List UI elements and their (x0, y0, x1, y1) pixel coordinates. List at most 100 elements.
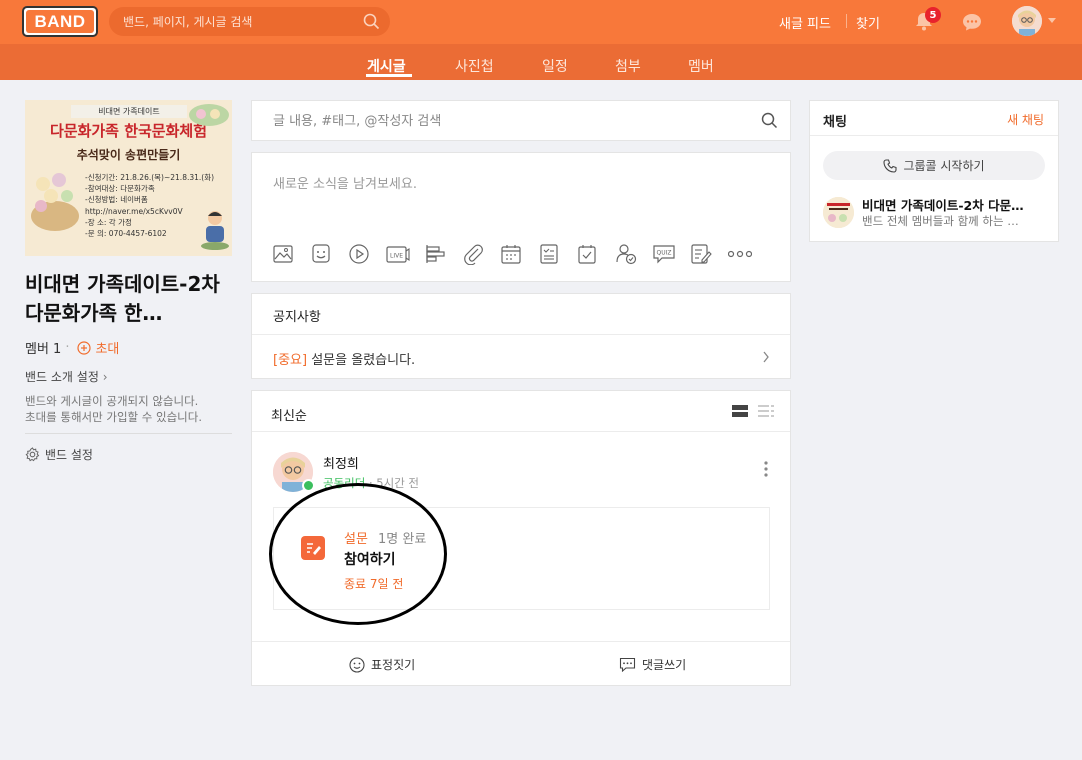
group-call-label: 그룹콜 시작하기 (903, 159, 985, 173)
svg-text:QUIZ: QUIZ (657, 250, 672, 257)
member-info: 멤버 1 · 초대 (25, 338, 119, 357)
survey-deadline: 종료 7일 전 (344, 577, 404, 591)
band-logo[interactable]: BAND (22, 6, 98, 37)
invite-button[interactable]: 초대 (77, 338, 119, 357)
survey-icon (301, 536, 325, 560)
chevron-down-icon[interactable] (1048, 18, 1056, 23)
cover-line1: 비대면 가족데이트 (71, 105, 187, 118)
plus-circle-icon (77, 340, 92, 355)
chat-title: 채팅 (823, 115, 847, 130)
quiz-icon[interactable]: QUIZ (652, 243, 690, 265)
cover-detail-line: -장 소: 각 가정 (85, 217, 132, 227)
chat-room-description: 밴드 전체 멤버들과 함께 하는 … (862, 214, 1019, 228)
intro-setting-label: 밴드 소개 설정 (25, 370, 99, 384)
comment-icon (619, 657, 636, 672)
chat-room-name[interactable]: 비대면 가족데이트-2차 다문… (862, 195, 1024, 214)
tab-attachments[interactable]: 첨부 (615, 56, 641, 76)
active-tab-indicator (366, 74, 412, 77)
attachment-clip-icon[interactable] (462, 243, 500, 265)
write-placeholder[interactable]: 새로운 소식을 남겨보세요. (273, 173, 417, 192)
avatar-illustration-icon (1012, 6, 1042, 36)
post-author[interactable]: 최정희 (323, 453, 359, 472)
emotion-button[interactable]: 표정짓기 (349, 656, 415, 673)
user-check-icon[interactable] (614, 243, 652, 265)
new-feed-link[interactable]: 새글 피드 (779, 13, 831, 32)
todo-list-icon[interactable] (538, 243, 576, 265)
cover-detail-line: -신청방법: 네이버폼 (85, 195, 148, 205)
band-settings-link[interactable]: 밴드 설정 (25, 446, 93, 463)
emotion-label: 표정짓기 (371, 658, 416, 672)
search-icon[interactable] (363, 13, 380, 30)
child-illustration-icon (201, 211, 229, 250)
notification-badge: 5 (925, 7, 941, 23)
write-toolbar: LIVE QUIZ (272, 243, 766, 265)
search-icon[interactable] (761, 112, 778, 129)
smile-icon (349, 656, 365, 673)
cover-detail-line: http://naver.me/x5cKvv0V (85, 206, 183, 216)
decoration-illustration-icon (189, 104, 229, 126)
chat-room-thumbnail[interactable] (823, 197, 854, 228)
band-thumbnail-icon (823, 197, 854, 228)
sort-order-label[interactable]: 최신순 (271, 405, 307, 424)
new-chat-button[interactable]: 새 채팅 (1007, 111, 1044, 128)
songpyeon-illustration-icon (31, 173, 79, 231)
invite-label: 초대 (95, 342, 120, 357)
band-cover-image[interactable]: 비대면 가족데이트 다문화가족 한국문화체험 추석맞이 송편만들기 -신청기간:… (25, 100, 232, 256)
post-time: 5시간 전 (376, 476, 420, 490)
more-horizontal-icon[interactable] (728, 243, 766, 265)
gear-icon (25, 447, 40, 462)
band-logo-text: BAND (26, 10, 94, 33)
survey-attachment[interactable]: 설문 1명 완료 참여하기 종료 7일 전 (273, 507, 770, 610)
comment-button[interactable]: 댓글쓰기 (619, 656, 686, 673)
comment-label: 댓글쓰기 (642, 658, 687, 672)
post-search-box (251, 100, 791, 141)
group-call-button[interactable]: 그룹콜 시작하기 (823, 151, 1045, 180)
svg-text:LIVE: LIVE (390, 253, 403, 260)
chevron-right-icon[interactable] (762, 351, 770, 363)
band-name: 비대면 가족데이트-2차 다문화가족 한… (25, 272, 220, 325)
video-icon[interactable] (348, 243, 386, 265)
privacy-line: 밴드와 게시글이 공개되지 않습니다. (25, 394, 199, 408)
notice-item[interactable]: [중요] 설문을 올렸습니다. (273, 349, 415, 368)
tab-photos[interactable]: 사진첩 (455, 56, 494, 76)
calendar-icon[interactable] (500, 243, 538, 265)
chat-bubble-icon[interactable] (961, 12, 983, 32)
cover-detail-line: -참여대상: 다문화가족 (85, 184, 155, 194)
member-count[interactable]: 멤버 1 (25, 338, 61, 357)
left-divider (25, 433, 232, 434)
sticker-icon[interactable] (310, 243, 348, 265)
survey-type-label: 설문 (344, 532, 368, 547)
survey-edit-icon[interactable] (690, 243, 728, 265)
author-role: 공동리더 (323, 476, 366, 490)
cover-detail-line: -문 의: 070-4457-6102 (85, 229, 167, 239)
profile-avatar[interactable] (1012, 6, 1042, 36)
post-actions-divider (252, 641, 790, 642)
poll-bar-icon[interactable] (424, 243, 462, 265)
live-icon[interactable]: LIVE (386, 243, 424, 265)
attendance-check-icon[interactable] (576, 243, 614, 265)
card-view-icon[interactable] (732, 405, 748, 417)
tab-schedule[interactable]: 일정 (542, 56, 568, 76)
tab-posts[interactable]: 게시글 (367, 56, 406, 76)
privacy-line: 초대를 통해서만 가입할 수 있습니다. (25, 410, 202, 424)
header-divider (846, 14, 847, 28)
survey-participate-button[interactable]: 참여하기 (344, 549, 396, 569)
tab-members[interactable]: 멤버 (688, 56, 714, 76)
post-search-input[interactable] (273, 101, 743, 141)
cover-line3: 추석맞이 송편만들기 (76, 148, 181, 162)
leader-badge-icon (302, 479, 315, 492)
global-search-input[interactable] (123, 7, 353, 36)
write-post-box[interactable]: 새로운 소식을 남겨보세요. LIVE QUIZ (251, 152, 791, 282)
survey-participant-count: 1명 완료 (378, 532, 427, 547)
band-intro-setting-link[interactable]: 밴드 소개 설정 › (25, 368, 108, 385)
notice-text: 설문을 올렸습니다. (311, 353, 416, 368)
find-link[interactable]: 찾기 (856, 13, 880, 32)
top-header: BAND 새글 피드 찾기 5 (0, 0, 1082, 44)
cover-details: -신청기간: 21.8.26.(목)~21.8.31.(화) -참여대상: 다문… (85, 172, 214, 239)
band-settings-label: 밴드 설정 (45, 448, 93, 462)
more-vertical-icon[interactable] (764, 461, 768, 477)
photo-icon[interactable] (272, 243, 310, 265)
list-view-icon[interactable] (758, 405, 774, 417)
chevron-right-icon: › (102, 370, 108, 384)
global-search (109, 7, 390, 36)
